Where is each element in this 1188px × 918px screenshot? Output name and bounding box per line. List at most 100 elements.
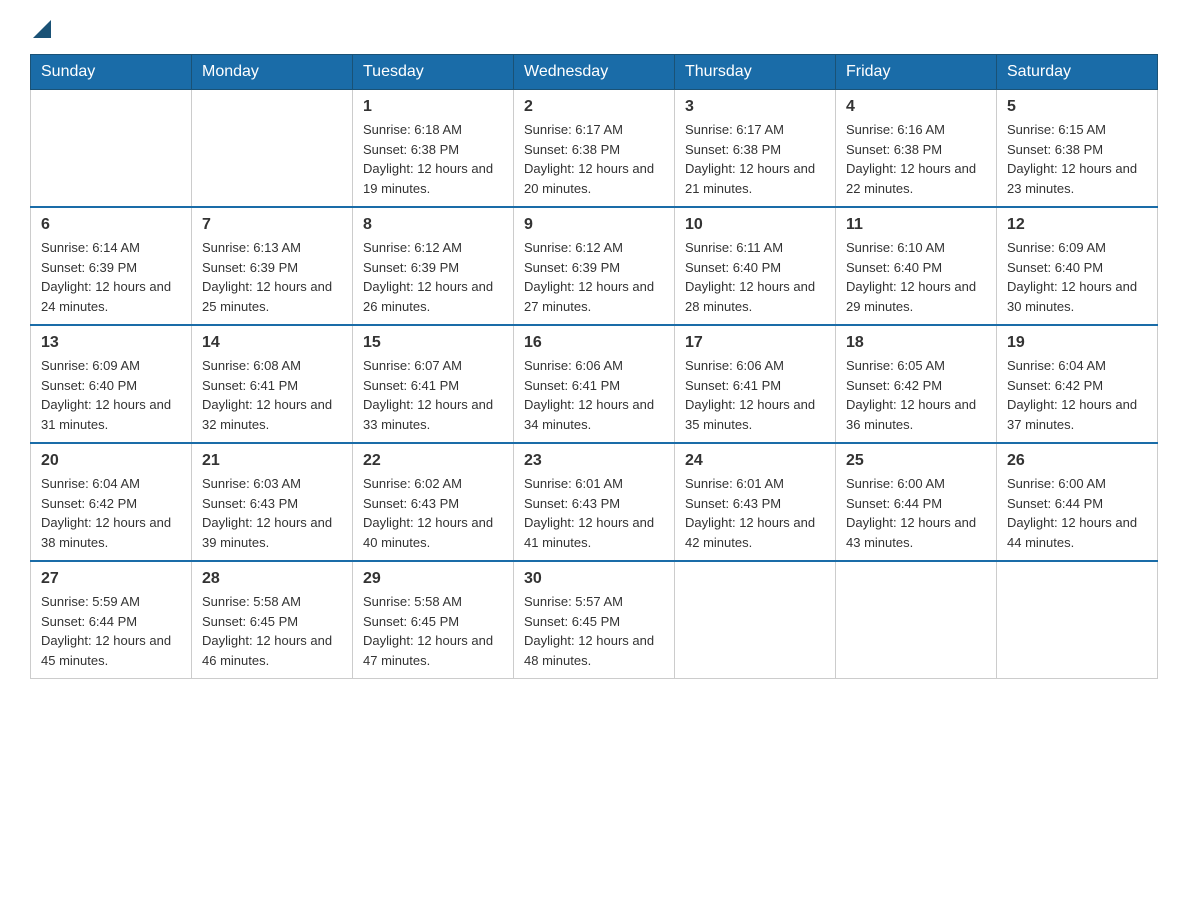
day-number: 20 [41,452,181,470]
day-info: Sunrise: 6:08 AMSunset: 6:41 PMDaylight:… [202,356,342,434]
calendar-header-sunday: Sunday [31,55,192,90]
calendar-cell: 12 Sunrise: 6:09 AMSunset: 6:40 PMDayligh… [997,207,1158,325]
day-number: 11 [846,216,986,234]
day-number: 22 [363,452,503,470]
calendar-week-row: 1 Sunrise: 6:18 AMSunset: 6:38 PMDaylight… [31,90,1158,208]
day-number: 25 [846,452,986,470]
day-info: Sunrise: 6:10 AMSunset: 6:40 PMDaylight:… [846,238,986,316]
day-info: Sunrise: 6:01 AMSunset: 6:43 PMDaylight:… [685,474,825,552]
calendar-cell: 30 Sunrise: 5:57 AMSunset: 6:45 PMDayligh… [514,561,675,679]
calendar-header-row: SundayMondayTuesdayWednesdayThursdayFrid… [31,55,1158,90]
day-number: 21 [202,452,342,470]
calendar-cell: 19 Sunrise: 6:04 AMSunset: 6:42 PMDayligh… [997,325,1158,443]
day-info: Sunrise: 6:05 AMSunset: 6:42 PMDaylight:… [846,356,986,434]
calendar-cell: 2 Sunrise: 6:17 AMSunset: 6:38 PMDaylight… [514,90,675,208]
calendar-header-saturday: Saturday [997,55,1158,90]
day-info: Sunrise: 6:09 AMSunset: 6:40 PMDaylight:… [1007,238,1147,316]
day-number: 28 [202,570,342,588]
day-number: 30 [524,570,664,588]
calendar-cell: 7 Sunrise: 6:13 AMSunset: 6:39 PMDaylight… [192,207,353,325]
calendar-cell: 10 Sunrise: 6:11 AMSunset: 6:40 PMDayligh… [675,207,836,325]
day-info: Sunrise: 6:12 AMSunset: 6:39 PMDaylight:… [363,238,503,316]
calendar-cell: 22 Sunrise: 6:02 AMSunset: 6:43 PMDayligh… [353,443,514,561]
day-info: Sunrise: 6:17 AMSunset: 6:38 PMDaylight:… [685,120,825,198]
calendar-cell: 14Sunrise: 6:08 AMSunset: 6:41 PMDayligh… [192,325,353,443]
day-number: 18 [846,334,986,352]
calendar-cell: 15 Sunrise: 6:07 AMSunset: 6:41 PMDayligh… [353,325,514,443]
calendar-cell: 1 Sunrise: 6:18 AMSunset: 6:38 PMDaylight… [353,90,514,208]
day-info: Sunrise: 6:13 AMSunset: 6:39 PMDaylight:… [202,238,342,316]
calendar-cell: 18 Sunrise: 6:05 AMSunset: 6:42 PMDayligh… [836,325,997,443]
day-info: Sunrise: 5:57 AMSunset: 6:45 PMDaylight:… [524,592,664,670]
day-number: 16 [524,334,664,352]
day-info: Sunrise: 6:00 AMSunset: 6:44 PMDaylight:… [846,474,986,552]
day-info: Sunrise: 5:59 AMSunset: 6:44 PMDaylight:… [41,592,181,670]
day-info: Sunrise: 6:11 AMSunset: 6:40 PMDaylight:… [685,238,825,316]
day-number: 12 [1007,216,1147,234]
day-info: Sunrise: 6:00 AMSunset: 6:44 PMDaylight:… [1007,474,1147,552]
calendar-header-thursday: Thursday [675,55,836,90]
day-number: 4 [846,98,986,116]
day-number: 8 [363,216,503,234]
day-number: 17 [685,334,825,352]
calendar-cell: 24 Sunrise: 6:01 AMSunset: 6:43 PMDayligh… [675,443,836,561]
day-info: Sunrise: 6:07 AMSunset: 6:41 PMDaylight:… [363,356,503,434]
day-info: Sunrise: 6:06 AMSunset: 6:41 PMDaylight:… [685,356,825,434]
logo-triangle-icon [33,20,51,38]
day-info: Sunrise: 6:06 AMSunset: 6:41 PMDaylight:… [524,356,664,434]
day-info: Sunrise: 5:58 AMSunset: 6:45 PMDaylight:… [363,592,503,670]
day-info: Sunrise: 6:18 AMSunset: 6:38 PMDaylight:… [363,120,503,198]
day-info: Sunrise: 6:03 AMSunset: 6:43 PMDaylight:… [202,474,342,552]
calendar-cell [997,561,1158,679]
day-info: Sunrise: 6:17 AMSunset: 6:38 PMDaylight:… [524,120,664,198]
day-number: 29 [363,570,503,588]
day-number: 9 [524,216,664,234]
calendar-cell: 20 Sunrise: 6:04 AMSunset: 6:42 PMDayligh… [31,443,192,561]
calendar-cell: 23 Sunrise: 6:01 AMSunset: 6:43 PMDayligh… [514,443,675,561]
day-info: Sunrise: 6:12 AMSunset: 6:39 PMDaylight:… [524,238,664,316]
calendar-header-friday: Friday [836,55,997,90]
calendar-cell: 6Sunrise: 6:14 AMSunset: 6:39 PMDaylight… [31,207,192,325]
day-number: 2 [524,98,664,116]
calendar-cell: 26 Sunrise: 6:00 AMSunset: 6:44 PMDayligh… [997,443,1158,561]
calendar-cell: 16 Sunrise: 6:06 AMSunset: 6:41 PMDayligh… [514,325,675,443]
calendar-cell: 13 Sunrise: 6:09 AMSunset: 6:40 PMDayligh… [31,325,192,443]
calendar-cell: 29 Sunrise: 5:58 AMSunset: 6:45 PMDayligh… [353,561,514,679]
calendar-cell: 17 Sunrise: 6:06 AMSunset: 6:41 PMDayligh… [675,325,836,443]
day-info: Sunrise: 6:01 AMSunset: 6:43 PMDaylight:… [524,474,664,552]
calendar-cell [675,561,836,679]
calendar-cell: 4 Sunrise: 6:16 AMSunset: 6:38 PMDaylight… [836,90,997,208]
day-info: Sunrise: 6:04 AMSunset: 6:42 PMDaylight:… [1007,356,1147,434]
calendar-cell: 5Sunrise: 6:15 AMSunset: 6:38 PMDaylight… [997,90,1158,208]
calendar-header-tuesday: Tuesday [353,55,514,90]
day-info: Sunrise: 6:02 AMSunset: 6:43 PMDaylight:… [363,474,503,552]
calendar-cell: 25 Sunrise: 6:00 AMSunset: 6:44 PMDayligh… [836,443,997,561]
day-info: Sunrise: 6:04 AMSunset: 6:42 PMDaylight:… [41,474,181,552]
day-number: 23 [524,452,664,470]
calendar-week-row: 13 Sunrise: 6:09 AMSunset: 6:40 PMDayligh… [31,325,1158,443]
day-info: Sunrise: 6:09 AMSunset: 6:40 PMDaylight:… [41,356,181,434]
calendar-cell [192,90,353,208]
day-number: 6 [41,216,181,234]
day-number: 10 [685,216,825,234]
day-number: 13 [41,334,181,352]
page-header [30,20,1158,34]
calendar-table: SundayMondayTuesdayWednesdayThursdayFrid… [30,54,1158,679]
day-number: 24 [685,452,825,470]
calendar-cell: 27 Sunrise: 5:59 AMSunset: 6:44 PMDayligh… [31,561,192,679]
day-number: 27 [41,570,181,588]
calendar-cell: 21 Sunrise: 6:03 AMSunset: 6:43 PMDayligh… [192,443,353,561]
day-number: 3 [685,98,825,116]
day-number: 19 [1007,334,1147,352]
calendar-cell: 8 Sunrise: 6:12 AMSunset: 6:39 PMDaylight… [353,207,514,325]
calendar-header-wednesday: Wednesday [514,55,675,90]
calendar-week-row: 6Sunrise: 6:14 AMSunset: 6:39 PMDaylight… [31,207,1158,325]
day-number: 26 [1007,452,1147,470]
day-number: 7 [202,216,342,234]
day-info: Sunrise: 6:15 AMSunset: 6:38 PMDaylight:… [1007,120,1147,198]
day-info: Sunrise: 6:16 AMSunset: 6:38 PMDaylight:… [846,120,986,198]
calendar-week-row: 20 Sunrise: 6:04 AMSunset: 6:42 PMDayligh… [31,443,1158,561]
calendar-cell: 28Sunrise: 5:58 AMSunset: 6:45 PMDayligh… [192,561,353,679]
day-number: 1 [363,98,503,116]
day-number: 15 [363,334,503,352]
